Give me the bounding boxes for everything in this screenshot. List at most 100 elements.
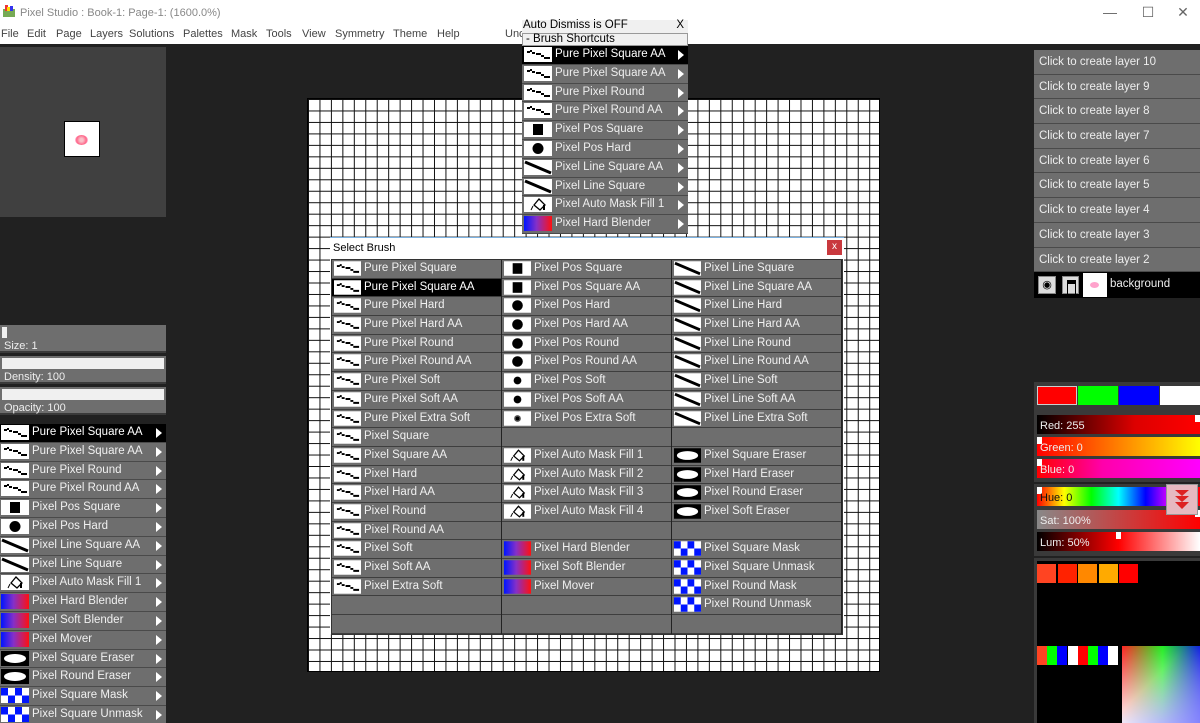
shortcut-item[interactable]: Pixel Line Square AA — [522, 158, 688, 178]
brush-option[interactable]: Pixel Round AA — [332, 522, 501, 541]
menu-file[interactable]: File — [1, 28, 19, 40]
submenu-arrow-icon[interactable] — [156, 691, 162, 702]
auto-dismiss-label[interactable]: Auto Dismiss is OFF — [523, 19, 628, 31]
brush-list-item[interactable]: Pixel Line Square AA — [0, 536, 166, 556]
brush-option[interactable]: Pixel Hard AA — [332, 484, 501, 503]
brush-option[interactable]: Pure Pixel Hard — [332, 297, 501, 317]
recent-color[interactable] — [1098, 646, 1109, 665]
popup-close-button[interactable]: X — [676, 19, 684, 31]
color-swatch[interactable] — [1037, 386, 1077, 405]
brush-list-item[interactable]: Pixel Round Eraser — [0, 668, 166, 688]
brush-option[interactable]: Pixel Pos Extra Soft — [502, 410, 671, 429]
menu-theme[interactable]: Theme — [393, 28, 427, 40]
recent-color[interactable] — [1067, 646, 1078, 665]
auto-dismiss-header[interactable]: Auto Dismiss is OFF X — [522, 19, 688, 33]
brush-option[interactable]: Pixel Pos Square AA — [502, 279, 671, 298]
menu-mask[interactable]: Mask — [231, 28, 257, 40]
create-layer-button[interactable]: Click to create layer 10 — [1034, 50, 1200, 75]
submenu-arrow-icon[interactable] — [156, 428, 162, 438]
shortcut-item[interactable]: Pixel Hard Blender — [522, 215, 688, 234]
red-slider-knob[interactable] — [1195, 415, 1200, 422]
brush-list-item[interactable]: Pixel Square Unmask — [0, 705, 166, 723]
brush-option[interactable]: Pixel Hard Blender — [502, 540, 671, 559]
palette-color[interactable] — [1078, 564, 1097, 583]
brush-option[interactable]: Pure Pixel Square AA — [332, 278, 501, 298]
brush-list-item[interactable]: Pixel Pos Hard — [0, 517, 166, 537]
create-layer-button[interactable]: Click to create layer 9 — [1034, 74, 1200, 100]
menu-tools[interactable]: Tools — [266, 28, 292, 40]
brush-option[interactable]: Pixel Line Extra Soft — [672, 410, 841, 429]
maximize-button[interactable]: ☐ — [1133, 4, 1163, 22]
submenu-arrow-icon[interactable] — [678, 50, 684, 60]
shortcut-item[interactable]: Pure Pixel Round — [522, 83, 688, 103]
color-swatch[interactable] — [1160, 386, 1200, 405]
minimize-button[interactable]: — — [1095, 4, 1125, 22]
brush-list-item[interactable]: Pure Pixel Round AA — [0, 480, 166, 500]
brush-option[interactable]: Pixel Soft — [332, 540, 501, 559]
size-slider[interactable]: Size: 1 — [0, 325, 166, 353]
submenu-arrow-icon[interactable] — [156, 503, 162, 514]
brush-list-item[interactable]: Pure Pixel Square AA — [0, 424, 166, 443]
create-layer-button[interactable]: Click to create layer 7 — [1034, 124, 1200, 149]
palette-color[interactable] — [1057, 564, 1077, 583]
brush-option[interactable]: Pixel Hard Eraser — [672, 466, 841, 485]
recent-color[interactable] — [1037, 646, 1047, 665]
brush-option[interactable]: Pixel Pos Round — [502, 335, 671, 354]
brush-option[interactable]: Pixel Line Hard AA — [672, 316, 841, 335]
brush-option[interactable]: Pure Pixel Round AA — [332, 353, 501, 373]
brush-option[interactable]: Pure Pixel Soft AA — [332, 391, 501, 410]
submenu-arrow-icon[interactable] — [156, 615, 162, 626]
brush-option[interactable]: Pixel Round — [332, 503, 501, 522]
green-slider[interactable]: Green: 0 — [1037, 437, 1200, 456]
brush-option[interactable]: Pixel Line Round AA — [672, 353, 841, 373]
brush-option[interactable]: Pixel Hard — [332, 466, 501, 485]
brush-option[interactable]: Pixel Soft AA — [332, 559, 501, 578]
brush-option[interactable]: Pure Pixel Soft — [332, 372, 501, 391]
brush-option[interactable]: Pure Pixel Round — [332, 335, 501, 354]
brush-option[interactable]: Pixel Square Unmask — [672, 559, 841, 578]
menu-page[interactable]: Page — [56, 28, 82, 40]
brush-option[interactable]: Pixel Auto Mask Fill 1 — [502, 447, 671, 466]
brush-shortcuts-toggle[interactable]: - Brush Shortcuts — [522, 33, 688, 46]
opacity-slider[interactable]: Opacity: 100 — [0, 387, 166, 415]
shortcut-item[interactable]: Pixel Pos Hard — [522, 139, 688, 159]
create-layer-button[interactable]: Click to create layer 2 — [1034, 247, 1200, 273]
brush-option[interactable]: Pixel Round Unmask — [672, 596, 841, 616]
expand-color-button[interactable] — [1166, 484, 1198, 515]
blue-slider[interactable]: Blue: 0 — [1037, 459, 1200, 478]
menu-symmetry[interactable]: Symmetry — [335, 28, 385, 40]
submenu-arrow-icon[interactable] — [156, 484, 162, 495]
brush-option[interactable]: Pixel Auto Mask Fill 2 — [502, 466, 671, 485]
menu-view[interactable]: View — [302, 28, 326, 40]
color-swatch[interactable] — [1119, 386, 1159, 405]
recent-color[interactable] — [1047, 646, 1058, 665]
create-layer-button[interactable]: Click to create layer 4 — [1034, 198, 1200, 223]
density-slider-fill[interactable] — [2, 358, 164, 369]
brush-list-item[interactable]: Pixel Auto Mask Fill 1 — [0, 574, 166, 594]
submenu-arrow-icon[interactable] — [156, 446, 162, 457]
submenu-arrow-icon[interactable] — [678, 68, 684, 79]
create-layer-button[interactable]: Click to create layer 5 — [1034, 173, 1200, 199]
brush-option[interactable]: Pixel Soft Blender — [502, 559, 671, 578]
submenu-arrow-icon[interactable] — [156, 540, 162, 551]
brush-option[interactable]: Pixel Round Eraser — [672, 484, 841, 503]
recent-color[interactable] — [1077, 646, 1088, 665]
submenu-arrow-icon[interactable] — [156, 597, 162, 608]
brush-option[interactable]: Pixel Pos Soft AA — [502, 391, 671, 410]
brush-option[interactable]: Pixel Square Eraser — [672, 447, 841, 466]
submenu-arrow-icon[interactable] — [678, 125, 684, 136]
palette-color[interactable] — [1119, 564, 1138, 583]
submenu-arrow-icon[interactable] — [678, 106, 684, 117]
brush-option[interactable]: Pixel Pos Soft — [502, 372, 671, 391]
brush-option[interactable]: Pixel Extra Soft — [332, 578, 501, 597]
submenu-arrow-icon[interactable] — [156, 521, 162, 532]
menu-help[interactable]: Help — [437, 28, 460, 40]
luminance-slider-knob[interactable] — [1116, 532, 1121, 539]
luminance-slider[interactable]: Lum: 50% — [1037, 532, 1200, 551]
menu-edit[interactable]: Edit — [27, 28, 46, 40]
brush-list-item[interactable]: Pixel Pos Square — [0, 499, 166, 518]
create-layer-button[interactable]: Click to create layer 8 — [1034, 99, 1200, 125]
brush-option[interactable]: Pixel Round Mask — [672, 578, 841, 597]
brush-option[interactable]: Pixel Pos Square — [502, 260, 671, 279]
lock-icon[interactable] — [1062, 276, 1079, 296]
